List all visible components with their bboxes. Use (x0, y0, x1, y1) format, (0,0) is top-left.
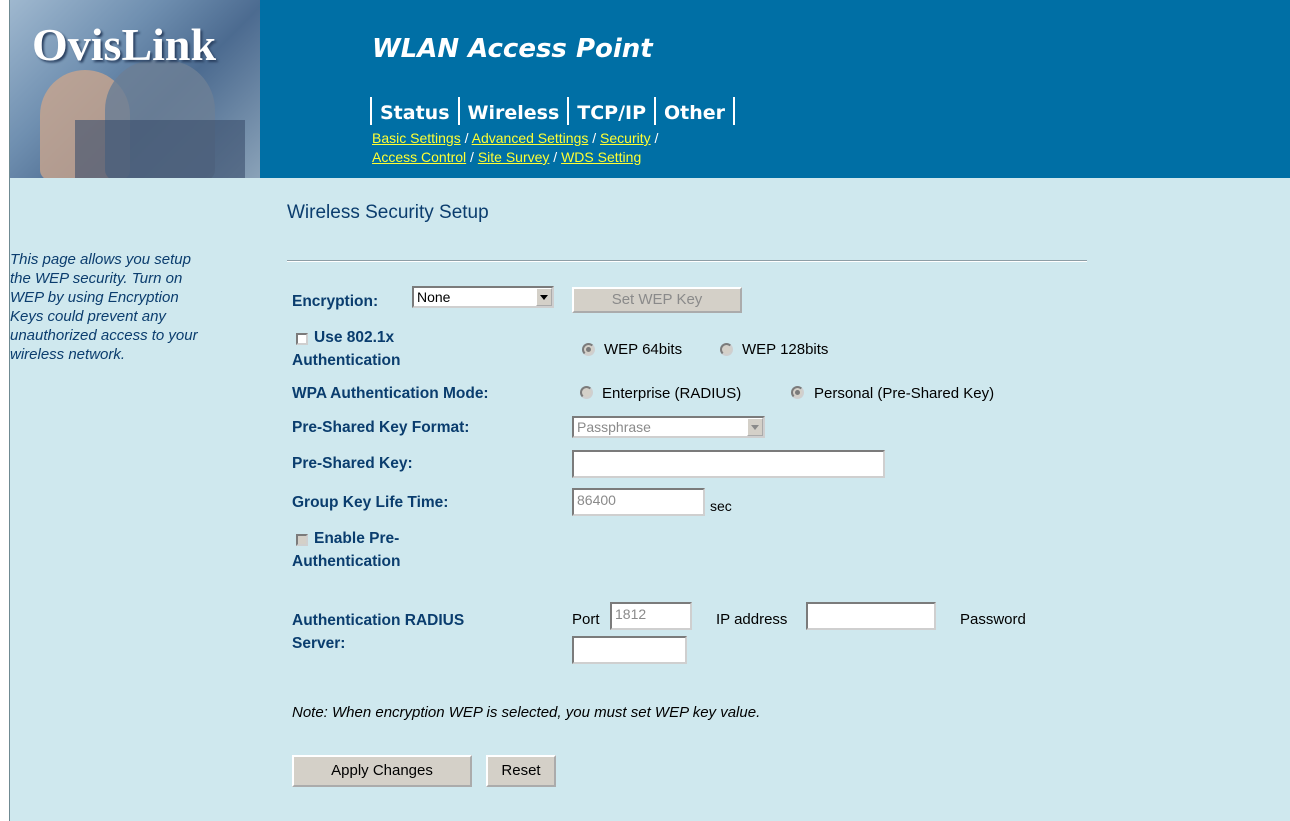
tab-other[interactable]: Other (654, 97, 736, 125)
link-security[interactable]: Security (600, 130, 651, 146)
link-basic-settings[interactable]: Basic Settings (372, 130, 461, 146)
psk-format-label: Pre-Shared Key Format: (292, 419, 470, 436)
wep128-label: WEP 128bits (742, 341, 829, 358)
link-site-survey[interactable]: Site Survey (478, 149, 550, 165)
psk-input[interactable] (572, 450, 885, 478)
personal-label: Personal (Pre-Shared Key) (814, 385, 995, 402)
wep64-radio[interactable] (582, 343, 595, 356)
link-advanced-settings[interactable]: Advanced Settings (472, 130, 589, 146)
password-label: Password (960, 611, 1026, 628)
use-8021x-checkbox[interactable] (296, 333, 308, 345)
encryption-select-value: None (417, 289, 451, 305)
tab-status[interactable]: Status (370, 97, 458, 125)
group-key-unit: sec (710, 498, 732, 514)
note-text: Note: When encryption WEP is selected, y… (292, 704, 761, 721)
ip-address-label: IP address (716, 611, 788, 628)
psk-label: Pre-Shared Key: (292, 455, 413, 472)
wep128-radio[interactable] (720, 343, 733, 356)
sidebar-help-text: This page allows you setup the WEP secur… (10, 251, 198, 363)
wpa-mode-label: WPA Authentication Mode: (292, 385, 489, 402)
radius-label: Authentication RADIUS (292, 612, 465, 629)
group-key-label: Group Key Life Time: (292, 494, 449, 511)
logo-image: OvisLink (10, 0, 260, 178)
top-nav: Status Wireless TCP/IP Other (370, 97, 736, 127)
chevron-down-icon[interactable] (747, 418, 763, 436)
set-wep-key-button[interactable]: Set WEP Key (572, 287, 742, 313)
enterprise-radio[interactable] (580, 386, 593, 399)
page-header-title: WLAN Access Point (372, 34, 653, 64)
radius-password-input[interactable] (572, 636, 687, 664)
divider (287, 260, 1087, 262)
enable-preauth-checkbox[interactable] (296, 534, 308, 546)
personal-radio[interactable] (791, 386, 804, 399)
group-key-input[interactable]: 86400 (572, 488, 705, 516)
psk-format-select[interactable]: Passphrase (572, 416, 765, 438)
enable-preauth-label: Enable Pre- (314, 530, 400, 547)
chevron-down-icon[interactable] (536, 288, 552, 306)
page-title: Wireless Security Setup (287, 202, 489, 223)
radius-ip-input[interactable] (806, 602, 936, 630)
use-8021x-label: Use 802.1x (314, 329, 395, 346)
tab-wireless[interactable]: Wireless (457, 97, 568, 125)
radius-label-2: Server: (292, 635, 346, 652)
psk-format-value: Passphrase (577, 419, 651, 435)
reset-button[interactable]: Reset (486, 755, 556, 787)
logo-text: OvisLink (32, 19, 217, 70)
photo-desk-shape (75, 120, 245, 178)
link-access-control[interactable]: Access Control (372, 149, 466, 165)
encryption-label: Encryption: (292, 293, 379, 310)
link-wds-setting[interactable]: WDS Setting (561, 149, 641, 165)
port-label: Port (572, 611, 600, 628)
left-frame-border (0, 0, 10, 821)
use-8021x-label-2: Authentication (292, 352, 401, 369)
tab-tcpip[interactable]: TCP/IP (567, 97, 654, 125)
enable-preauth-label-2: Authentication (292, 553, 401, 570)
enterprise-label: Enterprise (RADIUS) (602, 385, 742, 402)
radius-port-input[interactable]: 1812 (610, 602, 692, 630)
apply-changes-button[interactable]: Apply Changes (292, 755, 472, 787)
encryption-select[interactable]: None (412, 286, 554, 308)
wep64-label: WEP 64bits (604, 341, 683, 358)
sub-nav: Basic Settings / Advanced Settings / Sec… (372, 130, 659, 165)
